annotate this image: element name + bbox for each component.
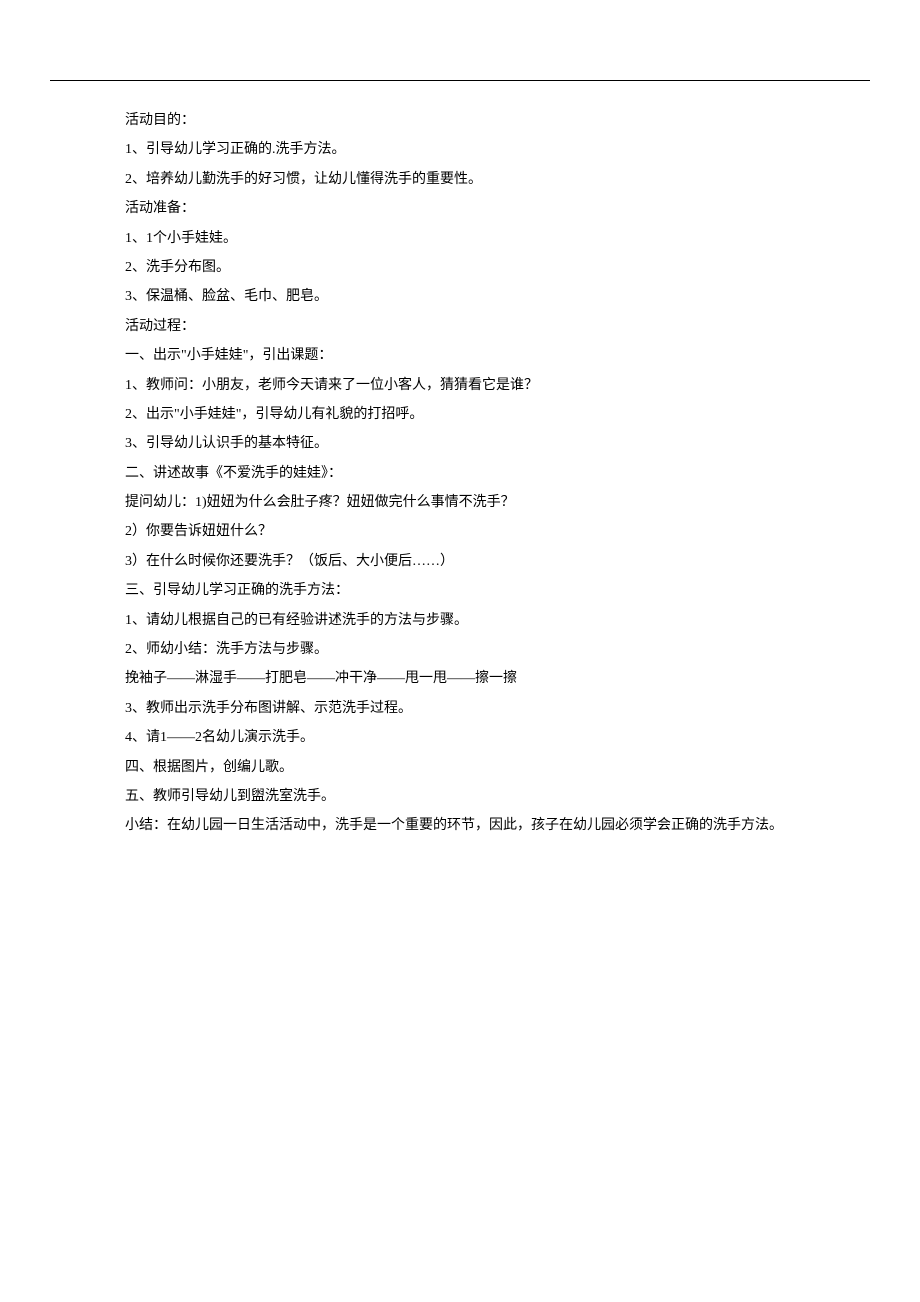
document-content: 活动目的： 1、引导幼儿学习正确的.洗手方法。 2、培养幼儿勤洗手的好习惯，让幼… — [50, 106, 870, 841]
text-line: 活动过程： — [125, 312, 860, 341]
text-line: 五、教师引导幼儿到盥洗室洗手。 — [125, 782, 860, 811]
text-line: 二、讲述故事《不爱洗手的娃娃》： — [125, 459, 860, 488]
text-line: 2、出示"小手娃娃"，引导幼儿有礼貌的打招呼。 — [125, 400, 860, 429]
text-line: 2）你要告诉妞妞什么？ — [125, 517, 860, 546]
text-line: 1、1个小手娃娃。 — [125, 224, 860, 253]
text-line: 3）在什么时候你还要洗手？（饭后、大小便后……） — [125, 547, 860, 576]
text-line: 3、引导幼儿认识手的基本特征。 — [125, 429, 860, 458]
text-line: 一、出示"小手娃娃"，引出课题： — [125, 341, 860, 370]
text-line: 1、请幼儿根据自己的已有经验讲述洗手的方法与步骤。 — [125, 606, 860, 635]
text-line: 3、教师出示洗手分布图讲解、示范洗手过程。 — [125, 694, 860, 723]
text-line: 四、根据图片，创编儿歌。 — [125, 753, 860, 782]
horizontal-rule — [50, 80, 870, 81]
text-line: 2、洗手分布图。 — [125, 253, 860, 282]
text-line: 活动目的： — [125, 106, 860, 135]
text-line: 1、引导幼儿学习正确的.洗手方法。 — [125, 135, 860, 164]
text-line: 2、师幼小结：洗手方法与步骤。 — [125, 635, 860, 664]
text-line: 4、请1——2名幼儿演示洗手。 — [125, 723, 860, 752]
text-line: 2、培养幼儿勤洗手的好习惯，让幼儿懂得洗手的重要性。 — [125, 165, 860, 194]
text-line: 1、教师问：小朋友，老师今天请来了一位小客人，猜猜看它是谁？ — [125, 371, 860, 400]
text-line: 三、引导幼儿学习正确的洗手方法： — [125, 576, 860, 605]
text-line: 提问幼儿：1)妞妞为什么会肚子疼？妞妞做完什么事情不洗手？ — [125, 488, 860, 517]
text-line: 活动准备： — [125, 194, 860, 223]
text-line: 3、保温桶、脸盆、毛巾、肥皂。 — [125, 282, 860, 311]
text-line: 挽袖子——淋湿手——打肥皂——冲干净——甩一甩——擦一擦 — [125, 664, 860, 693]
text-line: 小结：在幼儿园一日生活活动中，洗手是一个重要的环节，因此，孩子在幼儿园必须学会正… — [125, 811, 860, 840]
